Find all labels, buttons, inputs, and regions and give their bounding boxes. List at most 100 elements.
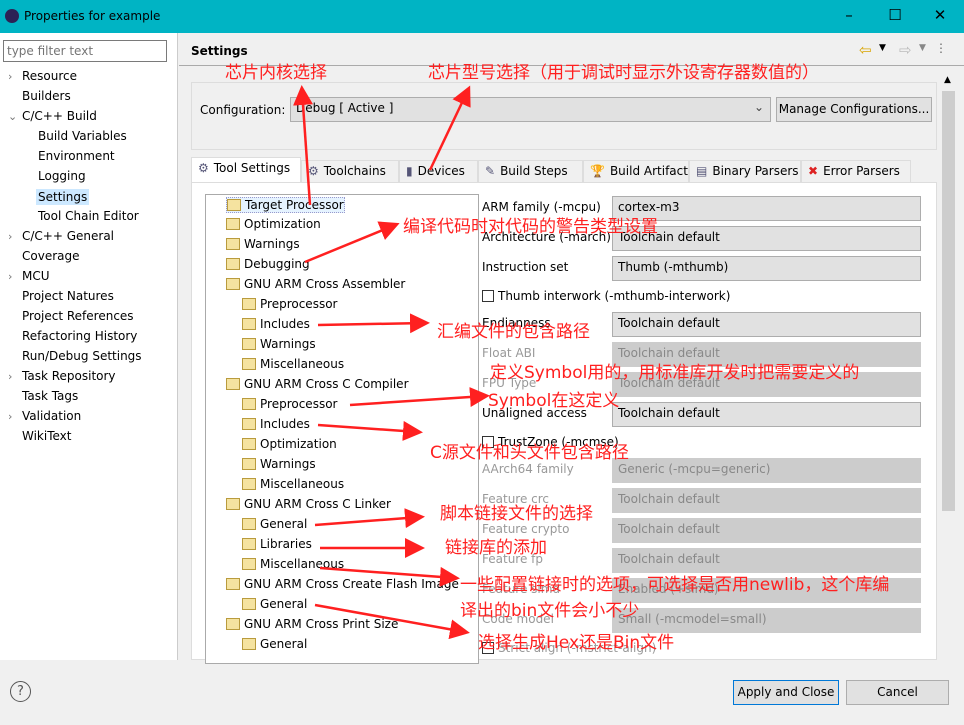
tab-binary-parsers[interactable]: ▤ Binary Parsers: [689, 160, 801, 182]
minimize-button[interactable]: –: [834, 6, 864, 26]
tree-item[interactable]: Libraries: [242, 537, 312, 551]
manage-configurations-button[interactable]: Manage Configurations...: [776, 97, 932, 122]
tree-item[interactable]: GNU ARM Cross C Compiler: [226, 377, 409, 391]
close-button[interactable]: ✕: [925, 6, 955, 26]
field-label: AArch64 family: [482, 462, 574, 476]
nav-item[interactable]: Resource: [22, 69, 77, 83]
select-field[interactable]: Generic (-mcpu=generic): [612, 458, 921, 483]
settings-icon: [242, 478, 256, 490]
tab-build-artifact[interactable]: 🏆 Build Artifact: [583, 160, 689, 182]
select-field[interactable]: Toolchain default: [612, 518, 921, 543]
forward-menu-icon[interactable]: ▼: [919, 43, 926, 53]
select-field[interactable]: Thumb (-mthumb): [612, 256, 921, 281]
tree-item[interactable]: GNU ARM Cross Print Size: [226, 617, 398, 631]
nav-item[interactable]: Project Natures: [22, 289, 114, 303]
nav-item[interactable]: Build Variables: [38, 129, 127, 143]
tree-item[interactable]: Optimization: [242, 437, 337, 451]
checkbox-icon[interactable]: [482, 642, 494, 654]
nav-item[interactable]: Coverage: [22, 249, 80, 263]
tree-item-label: General: [260, 517, 308, 531]
tree-item[interactable]: General: [242, 597, 307, 611]
select-field[interactable]: Toolchain default: [612, 548, 921, 573]
tab-devices[interactable]: ▮ Devices: [399, 160, 478, 182]
tab-toolchains[interactable]: ⚙ Toolchains: [301, 160, 399, 182]
tree-item[interactable]: Includes: [242, 317, 310, 331]
expander-icon[interactable]: ›: [8, 410, 12, 423]
scroll-up-icon[interactable]: ▲: [944, 75, 951, 85]
tree-item[interactable]: Target Processor: [226, 197, 345, 213]
select-field[interactable]: Toolchain default: [612, 226, 921, 251]
nav-item[interactable]: Task Tags: [22, 389, 78, 403]
expander-icon[interactable]: ›: [8, 370, 12, 383]
select-field[interactable]: Toolchain default: [612, 372, 921, 397]
back-menu-icon[interactable]: ▼: [879, 43, 886, 53]
checkbox-8[interactable]: TrustZone (-mcmse): [482, 435, 619, 449]
tab-tool-settings[interactable]: ⚙ Tool Settings: [191, 157, 301, 183]
back-icon[interactable]: ⇦: [859, 41, 872, 59]
tool-icon: [226, 578, 240, 590]
help-button[interactable]: ?: [10, 681, 31, 702]
tree-item[interactable]: GNU ARM Cross Create Flash Image: [226, 577, 459, 591]
vertical-scrollbar[interactable]: ▲: [940, 75, 957, 660]
expander-icon[interactable]: ›: [8, 270, 12, 283]
settings-icon: [242, 558, 256, 570]
checkbox-icon[interactable]: [482, 436, 494, 448]
tree-item[interactable]: GNU ARM Cross C Linker: [226, 497, 391, 511]
checkbox-icon[interactable]: [482, 290, 494, 302]
select-field[interactable]: Enabled (+simd): [612, 578, 921, 603]
cancel-button[interactable]: Cancel: [846, 680, 949, 705]
checkbox-15[interactable]: Strict align (-mstrict-align): [482, 641, 656, 655]
select-field[interactable]: Toolchain default: [612, 402, 921, 427]
checkbox-3[interactable]: Thumb interwork (-mthumb-interwork): [482, 289, 730, 303]
nav-item[interactable]: Settings: [36, 189, 90, 205]
select-field[interactable]: Toolchain default: [612, 488, 921, 513]
nav-item[interactable]: Refactoring History: [22, 329, 137, 343]
tree-item[interactable]: Debugging: [226, 257, 310, 271]
nav-item[interactable]: C/C++ General: [22, 229, 114, 243]
tree-item[interactable]: Preprocessor: [242, 397, 337, 411]
expander-icon[interactable]: ›: [8, 230, 12, 243]
configuration-group: Configuration: Debug [ Active ] ⌄ Manage …: [191, 82, 937, 150]
field-label: Endianness: [482, 316, 551, 330]
nav-item[interactable]: Project References: [22, 309, 134, 323]
nav-item[interactable]: Task Repository: [22, 369, 116, 383]
expander-icon[interactable]: ⌄: [8, 110, 17, 123]
tree-item[interactable]: Miscellaneous: [242, 477, 344, 491]
tree-item[interactable]: Warnings: [242, 337, 316, 351]
tree-item[interactable]: GNU ARM Cross Assembler: [226, 277, 405, 291]
expander-icon[interactable]: ›: [8, 70, 12, 83]
view-menu-icon[interactable]: ⋮: [935, 41, 947, 55]
tree-item[interactable]: Warnings: [242, 457, 316, 471]
nav-item[interactable]: Run/Debug Settings: [22, 349, 142, 363]
tree-item[interactable]: General: [242, 517, 307, 531]
select-field[interactable]: Small (-mcmodel=small): [612, 608, 921, 633]
select-field[interactable]: Toolchain default: [612, 312, 921, 337]
filter-input[interactable]: [3, 40, 167, 62]
configuration-select[interactable]: Debug [ Active ] ⌄: [290, 97, 771, 122]
apply-and-close-button[interactable]: Apply and Close: [733, 680, 839, 705]
nav-item[interactable]: Environment: [38, 149, 115, 163]
nav-item[interactable]: Tool Chain Editor: [38, 209, 139, 223]
nav-item[interactable]: Logging: [38, 169, 86, 183]
maximize-button[interactable]: ☐: [880, 6, 910, 26]
select-field[interactable]: cortex-m3: [612, 196, 921, 221]
scrollbar-thumb[interactable]: [942, 91, 955, 511]
tree-item[interactable]: Miscellaneous: [242, 557, 344, 571]
tree-item[interactable]: Warnings: [226, 237, 300, 251]
nav-item[interactable]: MCU: [22, 269, 50, 283]
select-field[interactable]: Toolchain default: [612, 342, 921, 367]
tree-item[interactable]: General: [242, 637, 307, 651]
tab-error-parsers[interactable]: ✖ Error Parsers: [801, 160, 911, 182]
select-value: Generic (-mcpu=generic): [618, 462, 771, 476]
nav-item[interactable]: Validation: [22, 409, 81, 423]
field-label: Feature crc: [482, 492, 550, 506]
nav-item[interactable]: Builders: [22, 89, 71, 103]
tree-item[interactable]: Includes: [242, 417, 310, 431]
tab-build-steps[interactable]: ✎ Build Steps: [478, 160, 583, 182]
tree-item[interactable]: Miscellaneous: [242, 357, 344, 371]
tree-item[interactable]: Optimization: [226, 217, 321, 231]
nav-item[interactable]: WikiText: [22, 429, 72, 443]
tree-item[interactable]: Preprocessor: [242, 297, 337, 311]
forward-icon[interactable]: ⇨: [899, 41, 912, 59]
nav-item[interactable]: C/C++ Build: [22, 109, 97, 123]
